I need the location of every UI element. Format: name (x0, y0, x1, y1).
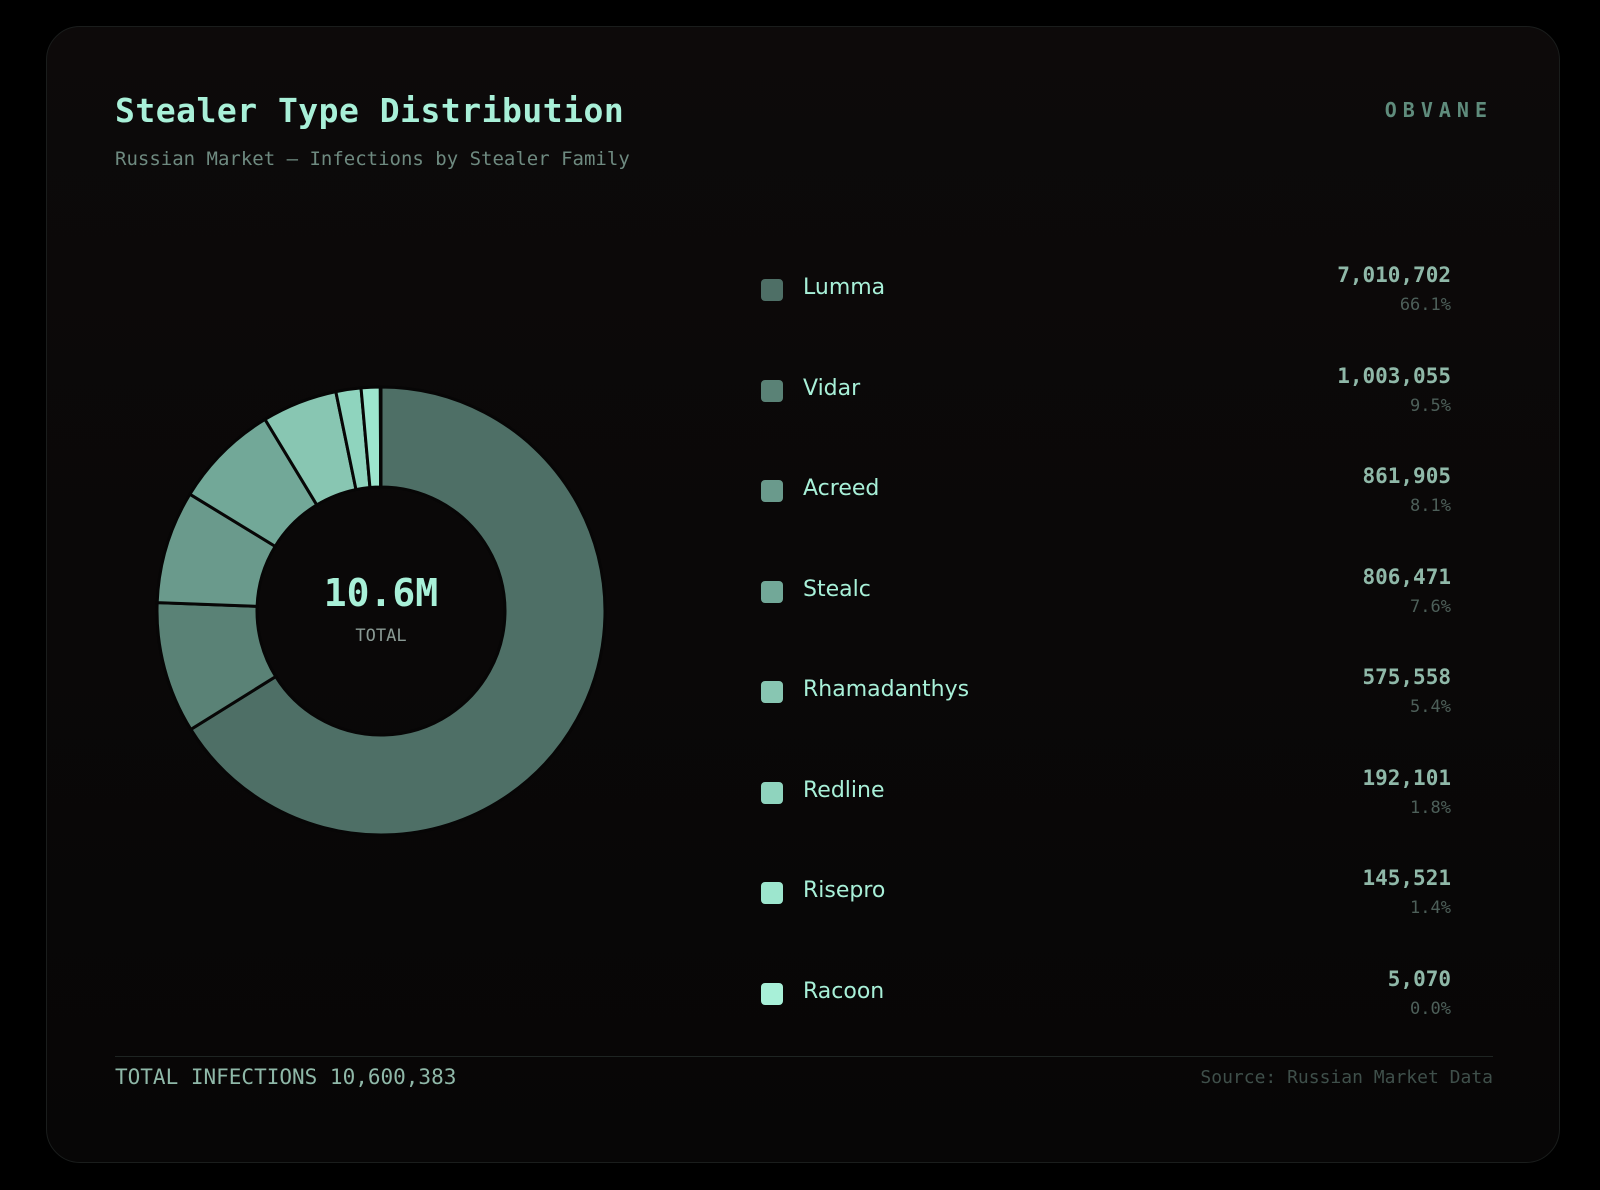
donut-slice-racoon (378, 385, 383, 489)
legend-name: Lumma (803, 275, 886, 300)
legend-value: 1,003,055 (1337, 363, 1451, 388)
legend-item: Risepro 145,521 1.4% (761, 840, 1451, 941)
legend-name: Racoon (803, 978, 885, 1004)
legend-item: Rhamadanthys 575,558 5.4% (761, 639, 1451, 740)
legend-value: 7,010,702 (1337, 263, 1451, 287)
legend-value: 192,101 (1362, 765, 1451, 790)
legend-item: Acreed 861,905 8.1% (761, 438, 1451, 539)
legend-swatch (761, 781, 783, 804)
legend-percent: 7.6% (1410, 596, 1451, 617)
legend-percent: 66.1% (1399, 295, 1451, 315)
legend-swatch (761, 379, 783, 402)
legend-swatch (761, 982, 783, 1005)
legend-name: Stealc (803, 576, 871, 602)
footer-total: TOTAL INFECTIONS 10,600,383 (115, 1065, 457, 1089)
footer-source: Source: Russian Market Data (1200, 1067, 1493, 1088)
legend: Lumma 7,010,702 66.1% Vidar 1,003,055 9.… (761, 237, 1451, 1041)
legend-item: Racoon 5,070 0.0% (761, 941, 1451, 1042)
legend-item: Stealc 806,471 7.6% (761, 539, 1451, 640)
legend-name: Risepro (803, 878, 886, 903)
legend-name: Rhamadanthys (803, 677, 970, 702)
legend-item: Lumma 7,010,702 66.1% (761, 237, 1451, 338)
legend-percent: 9.5% (1410, 395, 1451, 416)
donut-center-value: 10.6M (323, 571, 439, 615)
donut-center-label: TOTAL (355, 626, 407, 646)
legend-value: 806,471 (1362, 564, 1451, 589)
legend-value: 145,521 (1362, 866, 1451, 890)
legend-value: 861,905 (1362, 464, 1451, 488)
brand-logo: OBVANE (1384, 98, 1493, 122)
chart-card: Stealer Type Distribution Russian Market… (46, 26, 1560, 1163)
chart-subtitle: Russian Market — Infections by Stealer F… (115, 148, 630, 170)
footer-divider (115, 1056, 1493, 1057)
legend-name: Acreed (803, 476, 880, 501)
legend-swatch (761, 580, 783, 603)
legend-name: Vidar (803, 375, 861, 401)
legend-value: 575,558 (1362, 665, 1451, 689)
donut-chart: 10.6M TOTAL (153, 383, 609, 839)
legend-item: Redline 192,101 1.8% (761, 740, 1451, 841)
legend-item: Vidar 1,003,055 9.5% (761, 338, 1451, 439)
legend-swatch (761, 279, 783, 301)
legend-swatch (761, 681, 783, 703)
legend-percent: 1.8% (1410, 797, 1451, 818)
legend-percent: 1.4% (1410, 898, 1451, 918)
legend-value: 5,070 (1387, 966, 1451, 991)
legend-percent: 8.1% (1410, 496, 1451, 516)
legend-percent: 5.4% (1410, 697, 1451, 717)
legend-swatch (761, 480, 783, 502)
legend-swatch (761, 882, 783, 904)
legend-percent: 0.0% (1410, 998, 1451, 1019)
chart-title: Stealer Type Distribution (115, 91, 625, 130)
legend-name: Redline (803, 777, 885, 803)
